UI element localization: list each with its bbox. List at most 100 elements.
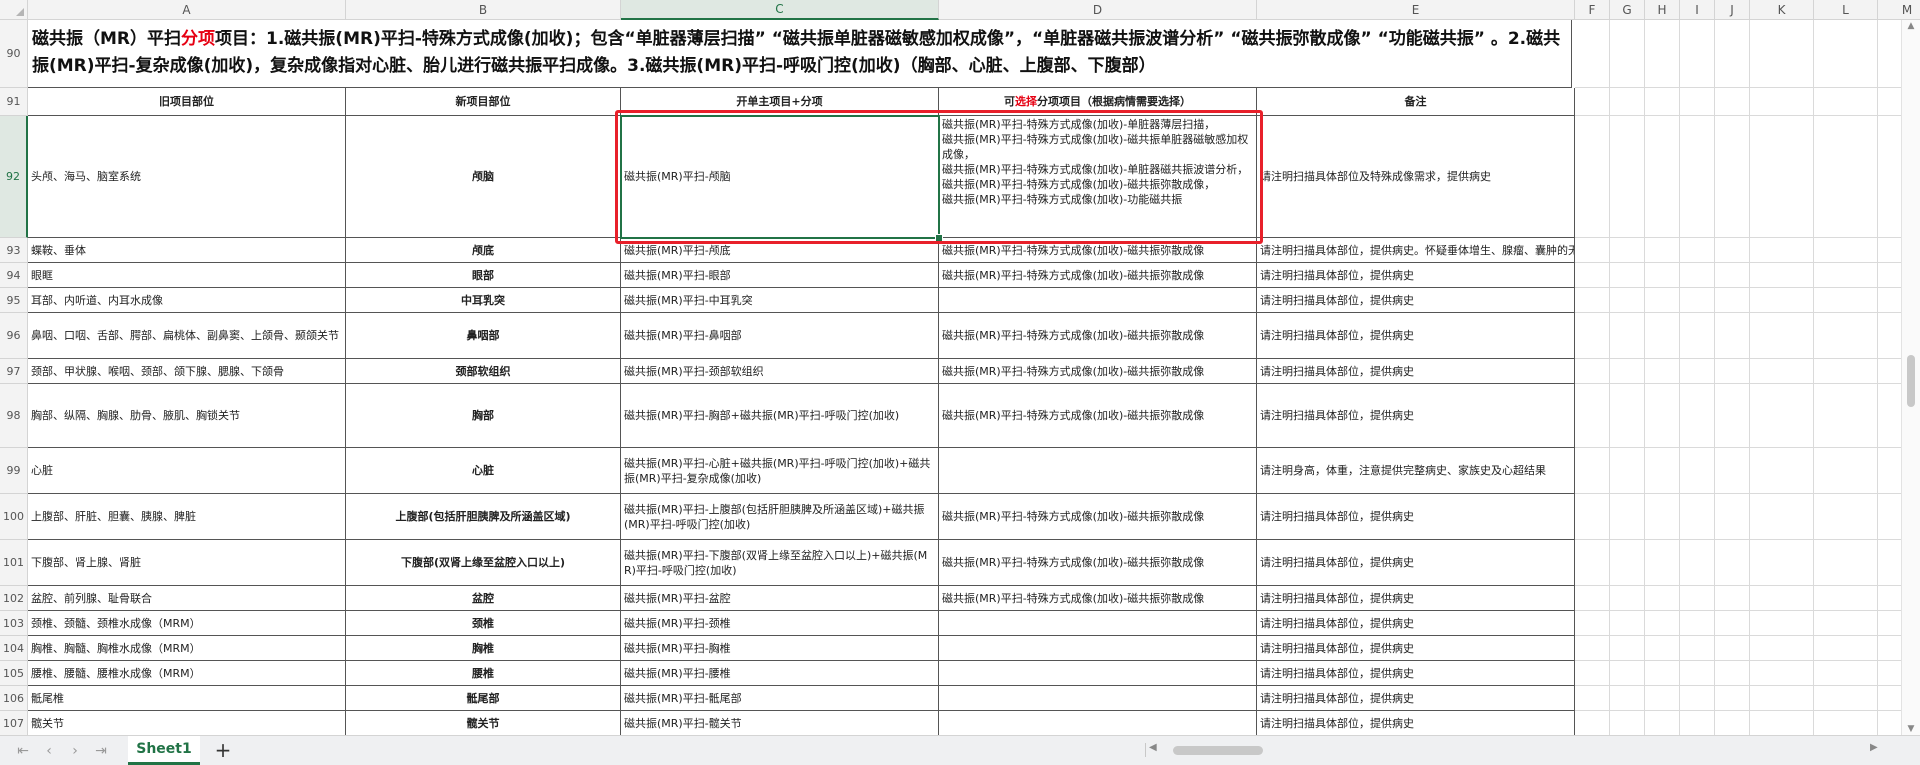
empty-cell[interactable] <box>1645 661 1680 686</box>
empty-cell[interactable] <box>1575 313 1610 359</box>
empty-cell[interactable] <box>1750 448 1814 494</box>
row-header[interactable]: 93 <box>0 238 28 263</box>
empty-cell[interactable] <box>1645 384 1680 448</box>
empty-cell[interactable] <box>1575 288 1610 313</box>
empty-cell[interactable] <box>1645 711 1680 735</box>
empty-cell[interactable] <box>1750 116 1814 238</box>
row-header[interactable]: 91 <box>0 88 28 116</box>
empty-cell[interactable] <box>1610 288 1645 313</box>
empty-cell[interactable] <box>1750 313 1814 359</box>
data-cell-e[interactable]: 请注明扫描具体部位及特殊成像需求，提供病史 <box>1257 116 1575 238</box>
column-header-d[interactable]: D <box>939 0 1257 20</box>
empty-cell[interactable] <box>1814 661 1878 686</box>
empty-cell[interactable] <box>1680 263 1715 288</box>
empty-cell[interactable] <box>1814 116 1878 238</box>
data-cell-b[interactable]: 髋关节 <box>346 711 621 735</box>
empty-cell[interactable] <box>1715 611 1750 636</box>
column-header-h[interactable]: H <box>1645 0 1680 20</box>
empty-cell[interactable] <box>1814 711 1878 735</box>
empty-cell[interactable] <box>1680 359 1715 384</box>
empty-cell[interactable] <box>1750 494 1814 540</box>
empty-cell[interactable] <box>1645 448 1680 494</box>
data-cell-e[interactable]: 请注明扫描具体部位，提供病史 <box>1257 494 1575 540</box>
data-cell-c[interactable]: 磁共振(MR)平扫-颅脑 <box>621 116 939 238</box>
data-cell-d[interactable]: 磁共振(MR)平扫-特殊方式成像(加收)-磁共振弥散成像 <box>939 238 1257 263</box>
data-cell-c[interactable]: 磁共振(MR)平扫-颈部软组织 <box>621 359 939 384</box>
data-cell-a[interactable]: 眼眶 <box>28 263 346 288</box>
empty-cell[interactable] <box>1715 20 1750 88</box>
empty-cell[interactable] <box>1575 586 1610 611</box>
data-cell-a[interactable]: 骶尾椎 <box>28 686 346 711</box>
data-cell-c[interactable]: 磁共振(MR)平扫-腰椎 <box>621 661 939 686</box>
scroll-left-icon[interactable]: ◀ <box>1149 742 1157 753</box>
empty-cell[interactable] <box>1575 661 1610 686</box>
empty-cell[interactable] <box>1645 20 1680 88</box>
empty-cell[interactable] <box>1715 313 1750 359</box>
empty-cell[interactable] <box>1575 88 1610 116</box>
empty-cell[interactable] <box>1680 116 1715 238</box>
empty-cell[interactable] <box>1814 384 1878 448</box>
empty-cell[interactable] <box>1575 636 1610 661</box>
data-cell-b[interactable]: 眼部 <box>346 263 621 288</box>
data-cell-d[interactable]: 磁共振(MR)平扫-特殊方式成像(加收)-磁共振弥散成像 <box>939 494 1257 540</box>
scroll-up-icon[interactable]: ▲ <box>1902 20 1920 32</box>
empty-cell[interactable] <box>1715 686 1750 711</box>
empty-cell[interactable] <box>1750 686 1814 711</box>
data-cell-c[interactable]: 磁共振(MR)平扫-骶尾部 <box>621 686 939 711</box>
data-cell-e[interactable]: 请注明身高，体重，注意提供完整病史、家族史及心超结果 <box>1257 448 1575 494</box>
empty-cell[interactable] <box>1814 288 1878 313</box>
empty-cell[interactable] <box>1645 686 1680 711</box>
data-cell-b[interactable]: 骶尾部 <box>346 686 621 711</box>
empty-cell[interactable] <box>1680 20 1715 88</box>
empty-cell[interactable] <box>1814 636 1878 661</box>
data-cell-a[interactable]: 下腹部、肾上腺、肾脏 <box>28 540 346 586</box>
data-cell-b[interactable]: 下腹部(双肾上缘至盆腔入口以上) <box>346 540 621 586</box>
column-header-j[interactable]: J <box>1715 0 1750 20</box>
empty-cell[interactable] <box>1715 116 1750 238</box>
data-cell-e[interactable]: 请注明扫描具体部位，提供病史 <box>1257 384 1575 448</box>
select-all-corner[interactable] <box>0 0 28 20</box>
data-cell-c[interactable]: 磁共振(MR)平扫-盆腔 <box>621 586 939 611</box>
empty-cell[interactable] <box>1575 540 1610 586</box>
data-cell-d[interactable] <box>939 448 1257 494</box>
row-header[interactable]: 98 <box>0 384 28 448</box>
empty-cell[interactable] <box>1680 288 1715 313</box>
data-cell-b[interactable]: 胸部 <box>346 384 621 448</box>
data-cell-c[interactable]: 磁共振(MR)平扫-颅底 <box>621 238 939 263</box>
data-cell-b[interactable]: 盆腔 <box>346 586 621 611</box>
empty-cell[interactable] <box>1575 448 1610 494</box>
data-cell-a[interactable]: 上腹部、肝脏、胆囊、胰腺、脾脏 <box>28 494 346 540</box>
empty-cell[interactable] <box>1715 384 1750 448</box>
empty-cell[interactable] <box>1610 711 1645 735</box>
header-cell-d[interactable]: 可选择分项项目（根据病情需要选择） <box>939 88 1257 116</box>
empty-cell[interactable] <box>1645 636 1680 661</box>
empty-cell[interactable] <box>1750 586 1814 611</box>
empty-cell[interactable] <box>1575 494 1610 540</box>
empty-cell[interactable] <box>1750 238 1814 263</box>
merged-title-cell[interactable]: 磁共振（MR）平扫分项项目：1.磁共振(MR)平扫-特殊方式成像(加收)；包含“… <box>28 20 1572 88</box>
vertical-scrollbar[interactable]: ▲ ▼ <box>1901 20 1920 735</box>
empty-cell[interactable] <box>1814 586 1878 611</box>
data-cell-e[interactable]: 请注明扫描具体部位，提供病史 <box>1257 711 1575 735</box>
data-cell-d[interactable] <box>939 611 1257 636</box>
empty-cell[interactable] <box>1575 711 1610 735</box>
last-sheet-icon[interactable]: ⇥ <box>90 740 112 762</box>
empty-cell[interactable] <box>1575 384 1610 448</box>
empty-cell[interactable] <box>1814 238 1878 263</box>
data-cell-e[interactable]: 请注明扫描具体部位，提供病史 <box>1257 359 1575 384</box>
empty-cell[interactable] <box>1814 448 1878 494</box>
data-cell-c[interactable]: 磁共振(MR)平扫-颈椎 <box>621 611 939 636</box>
scroll-down-icon[interactable]: ▼ <box>1902 723 1920 735</box>
empty-cell[interactable] <box>1814 540 1878 586</box>
empty-cell[interactable] <box>1610 313 1645 359</box>
empty-cell[interactable] <box>1814 263 1878 288</box>
data-cell-c[interactable]: 磁共振(MR)平扫-鼻咽部 <box>621 313 939 359</box>
data-cell-d[interactable]: 磁共振(MR)平扫-特殊方式成像(加收)-磁共振弥散成像 <box>939 540 1257 586</box>
row-header[interactable]: 92 <box>0 116 28 238</box>
empty-cell[interactable] <box>1750 661 1814 686</box>
data-cell-b[interactable]: 颈椎 <box>346 611 621 636</box>
empty-cell[interactable] <box>1610 661 1645 686</box>
empty-cell[interactable] <box>1750 288 1814 313</box>
empty-cell[interactable] <box>1680 88 1715 116</box>
column-header-e[interactable]: E <box>1257 0 1575 20</box>
